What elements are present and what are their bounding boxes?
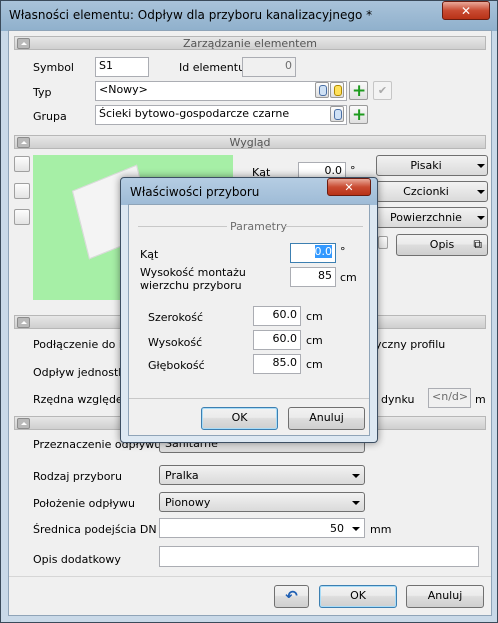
footer-divider bbox=[9, 576, 491, 577]
dialog-angle-input[interactable]: 0.0 bbox=[290, 243, 336, 263]
plus-icon: + bbox=[352, 81, 367, 101]
chevron-down-icon bbox=[352, 501, 360, 505]
dn-label: Średnica podejścia DN bbox=[33, 523, 157, 536]
group-line-right bbox=[285, 226, 363, 227]
fonts-dropdown[interactable]: Czcionki bbox=[376, 181, 488, 202]
dialog-client: Parametry Kąt 0.0 ° Wysokość montażu wie… bbox=[128, 204, 370, 436]
describe-label: Opis bbox=[429, 238, 455, 251]
look-angle-unit: ° bbox=[350, 164, 356, 177]
type-bulb-icon[interactable] bbox=[330, 82, 344, 98]
chevron-down-icon bbox=[352, 527, 360, 531]
fixture-type-label: Rodzaj przyboru bbox=[33, 470, 122, 483]
dialog-angle-label: Kąt bbox=[140, 248, 159, 261]
outflow-position-dropdown[interactable]: Pionowy bbox=[159, 492, 365, 512]
element-id-field: 0 bbox=[242, 57, 296, 77]
fixture-type-dropdown[interactable]: Pralka bbox=[159, 465, 365, 485]
width-label: Szerokość bbox=[148, 311, 204, 324]
mount-height-unit: cm bbox=[340, 271, 357, 284]
section-title-look: Wygląd bbox=[229, 136, 271, 149]
type-pick-icon[interactable] bbox=[315, 82, 329, 98]
group-line-left bbox=[138, 226, 227, 227]
depth-unit: cm bbox=[306, 358, 323, 371]
dn-value: 50 bbox=[330, 522, 344, 535]
symbol-input[interactable]: S1 bbox=[95, 57, 149, 77]
camera-icon[interactable] bbox=[14, 156, 30, 172]
type-label: Typ bbox=[33, 86, 52, 99]
section-title-element: Zarządzanie elementem bbox=[183, 37, 317, 50]
open-icon: ⧉ bbox=[473, 237, 482, 251]
dialog-angle-unit: ° bbox=[340, 245, 346, 258]
plus-icon: + bbox=[352, 105, 367, 125]
cancel-button[interactable]: Anuluj bbox=[406, 585, 484, 608]
symbol-label: Symbol bbox=[33, 61, 74, 74]
surfaces-label: Powierzchnie bbox=[390, 211, 462, 224]
page-icon[interactable] bbox=[14, 183, 30, 199]
element-id-label: Id elementu bbox=[179, 61, 246, 74]
ordinate-input: <n/d> bbox=[428, 388, 471, 408]
dn-dropdown[interactable]: 50 bbox=[159, 518, 365, 538]
describe-checkbox[interactable] bbox=[378, 236, 388, 249]
width-input[interactable]: 60.0 bbox=[253, 306, 301, 326]
dialog-close-button[interactable]: ✕ bbox=[327, 178, 371, 196]
chevron-down-icon bbox=[352, 474, 360, 478]
mount-height-label-1: Wysokość montażu bbox=[140, 266, 246, 279]
unit-outflow-label: Odpływ jednostko bbox=[33, 366, 132, 379]
undo-icon: ↶ bbox=[285, 587, 298, 605]
type-input[interactable]: <Nowy> bbox=[95, 81, 347, 101]
describe-button[interactable]: Opis ⧉ bbox=[396, 234, 488, 256]
ordinate-unit: m bbox=[475, 393, 486, 406]
collapse-icon[interactable] bbox=[17, 317, 30, 328]
confirm-type-button[interactable]: ✔ bbox=[373, 81, 392, 100]
group-pick-icon[interactable] bbox=[330, 106, 344, 122]
chevron-down-icon bbox=[477, 164, 485, 168]
check-icon: ✔ bbox=[377, 84, 388, 97]
width-unit: cm bbox=[306, 310, 323, 323]
height-input[interactable]: 60.0 bbox=[253, 330, 301, 350]
building-label: dynku bbox=[381, 393, 415, 406]
dialog-cancel-button[interactable]: Anuluj bbox=[288, 407, 365, 430]
ordinate-label: Rzędna względem bbox=[33, 393, 134, 406]
dialog-title: Właściwości przyboru bbox=[130, 185, 260, 199]
collapse-icon[interactable] bbox=[17, 418, 30, 429]
dialog-angle-value: 0.0 bbox=[314, 245, 332, 258]
dialog-ok-button[interactable]: OK bbox=[201, 407, 278, 430]
group-label: Grupa bbox=[33, 110, 67, 123]
mount-height-input[interactable]: 85 bbox=[290, 267, 336, 287]
params-group-label: Parametry bbox=[230, 220, 287, 233]
profile-label: yczny profilu bbox=[375, 338, 446, 351]
fixture-type-value: Pralka bbox=[165, 469, 199, 482]
height-label: Wysokość bbox=[148, 336, 203, 349]
extra-desc-label: Opis dodatkowy bbox=[33, 553, 121, 566]
depth-label: Głębokość bbox=[148, 359, 205, 372]
section-header-element[interactable]: Zarządzanie elementem bbox=[14, 36, 486, 50]
add-group-button[interactable]: + bbox=[349, 105, 368, 125]
ok-button[interactable]: OK bbox=[319, 585, 397, 608]
dialog-divider bbox=[129, 398, 369, 399]
section-header-look[interactable]: Wygląd bbox=[14, 135, 486, 149]
chevron-down-icon bbox=[477, 190, 485, 194]
window-title: Własności elementu: Odpływ dla przyboru … bbox=[9, 8, 373, 22]
outflow-position-label: Położenie odpływu bbox=[33, 497, 135, 510]
pens-dropdown[interactable]: Pisaki bbox=[376, 155, 488, 176]
outflow-position-value: Pionowy bbox=[165, 496, 211, 509]
mount-height-label-2: wierzchu przyboru bbox=[140, 279, 242, 292]
copy-icon[interactable] bbox=[14, 209, 30, 225]
extra-desc-input[interactable] bbox=[159, 546, 479, 567]
height-unit: cm bbox=[306, 334, 323, 347]
dn-unit: mm bbox=[370, 523, 392, 536]
depth-input[interactable]: 85.0 bbox=[253, 354, 301, 374]
fonts-label: Czcionki bbox=[403, 185, 449, 198]
window-close-button[interactable]: ✕ bbox=[442, 1, 490, 20]
fixture-properties-dialog: Właściwości przyboru ✕ Parametry Kąt 0.0… bbox=[120, 177, 378, 443]
surfaces-dropdown[interactable]: Powierzchnie bbox=[376, 207, 488, 228]
pens-label: Pisaki bbox=[410, 159, 442, 172]
chevron-down-icon bbox=[477, 216, 485, 220]
group-input[interactable]: Ścieki bytowo-gospodarcze czarne bbox=[95, 105, 347, 125]
add-type-button[interactable]: + bbox=[349, 81, 368, 101]
undo-button[interactable]: ↶ bbox=[274, 585, 309, 608]
